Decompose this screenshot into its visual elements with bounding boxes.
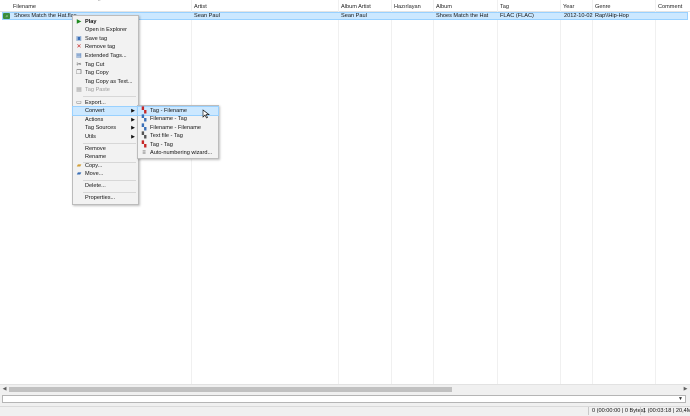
horizontal-scrollbar[interactable]: ◀ ▶: [0, 384, 690, 393]
submenu-arrow-icon: ▶: [131, 117, 135, 123]
filename-to-tag-icon: ▚: [141, 116, 147, 122]
status-divider: [640, 407, 641, 415]
status-divider: [588, 407, 589, 415]
col-filename[interactable]: Filename: [13, 3, 36, 11]
menu-separator: [83, 180, 136, 181]
menu-item-delete[interactable]: Delete...: [73, 182, 138, 190]
textfile-to-tag-icon: ▚: [141, 133, 147, 139]
cell-genre: Rap\\Hip-Hop: [595, 13, 629, 19]
context-menu: ▶ Play Open in Explorer ▣ Save tag ✕ Rem…: [72, 15, 139, 205]
submenu-arrow-icon: ▶: [131, 108, 135, 114]
column-divider[interactable]: [338, 0, 339, 384]
play-icon: ▶: [76, 19, 82, 25]
cell-tag: FLAC (FLAC): [500, 13, 534, 19]
col-tag[interactable]: Tag: [500, 3, 509, 11]
column-divider[interactable]: [592, 0, 593, 384]
scroll-left-icon[interactable]: ◀: [1, 386, 8, 393]
submenu-arrow-icon: ▶: [131, 125, 135, 131]
menu-separator: [83, 143, 136, 144]
column-divider[interactable]: [560, 0, 561, 384]
col-album-artist[interactable]: Album Artist: [341, 3, 371, 11]
tags-icon: ▤: [76, 53, 82, 59]
cell-year: 2012-10-02: [564, 13, 593, 19]
menu-item-utils[interactable]: Utils ▶: [73, 133, 138, 141]
move-icon: ▰: [76, 171, 82, 177]
col-hazirlayan[interactable]: Hazırlayan: [394, 3, 421, 11]
menu-item-copy[interactable]: ▰ Copy...: [73, 162, 138, 170]
sort-ascending-icon: ^: [98, 0, 101, 5]
menu-separator: [83, 192, 136, 193]
filename-to-filename-icon: ▚: [141, 125, 147, 131]
cell-filename: Shoes Match the Hat.flac: [14, 13, 77, 19]
menu-item-tag-copy-as-text[interactable]: Tag Copy as Text...: [73, 78, 138, 86]
menu-item-remove[interactable]: Remove: [73, 145, 138, 153]
menu-item-tag-paste[interactable]: ▦ Tag Paste: [73, 86, 138, 94]
submenu-item-tag-tag[interactable]: ▚ Tag - Tag: [138, 141, 218, 149]
numbering-icon: ≡: [142, 150, 146, 156]
folder-icon: ▰: [76, 163, 82, 169]
menu-item-tag-copy[interactable]: ❐ Tag Copy: [73, 69, 138, 77]
status-selected: 0 (00:00:00 | 0 Bytes): [592, 408, 646, 414]
menu-item-export[interactable]: ▭ Export...: [73, 99, 138, 107]
submenu-item-textfile-tag[interactable]: ▚ Text file - Tag: [138, 132, 218, 140]
tag-to-filename-icon: ▚: [141, 108, 147, 114]
menu-item-extended-tags[interactable]: ▤ Extended Tags...: [73, 52, 138, 60]
scissors-icon: ✂: [76, 62, 82, 68]
flac-file-icon: ♫: [3, 13, 10, 19]
scrollbar-thumb[interactable]: [9, 387, 452, 392]
save-icon: ▣: [76, 36, 82, 42]
copy-icon: ❐: [76, 70, 82, 76]
menu-item-actions[interactable]: Actions ▶: [73, 116, 138, 124]
menu-item-rename[interactable]: Rename: [73, 153, 138, 161]
cell-artist: Sean Paul: [194, 13, 220, 19]
col-comment[interactable]: Comment: [658, 3, 682, 11]
mouse-cursor-icon: [202, 109, 210, 119]
col-year[interactable]: Year: [563, 3, 574, 11]
menu-separator: [83, 96, 136, 97]
menu-item-remove-tag[interactable]: ✕ Remove tag: [73, 43, 138, 51]
column-divider[interactable]: [655, 0, 656, 384]
remove-icon: ✕: [76, 44, 82, 50]
column-divider[interactable]: [497, 0, 498, 384]
submenu-item-filename-filename[interactable]: ▚ Filename - Filename: [138, 124, 218, 132]
cell-album: Shoes Match the Hat: [436, 13, 489, 19]
menu-item-convert[interactable]: Convert ▶: [72, 106, 139, 116]
col-album[interactable]: Album: [436, 3, 452, 11]
submenu-item-auto-numbering[interactable]: ≡ Auto-numbering wizard...: [138, 149, 218, 157]
column-header: Filename ^ Artist Album Artist Hazırlaya…: [0, 0, 690, 12]
menu-item-open-in-explorer[interactable]: Open in Explorer: [73, 26, 138, 34]
filter-combobox[interactable]: ▼: [2, 395, 686, 403]
col-genre[interactable]: Genre: [595, 3, 611, 11]
chevron-down-icon[interactable]: ▼: [677, 396, 684, 402]
cell-album-artist: Sean Paul: [341, 13, 367, 19]
menu-item-tag-cut[interactable]: ✂ Tag Cut: [73, 61, 138, 69]
col-artist[interactable]: Artist: [194, 3, 207, 11]
menu-item-move[interactable]: ▰ Move...: [73, 170, 138, 178]
menu-item-tag-sources[interactable]: Tag Sources ▶: [73, 124, 138, 132]
paste-icon: ▦: [76, 87, 82, 93]
tag-to-tag-icon: ▚: [141, 142, 147, 148]
export-icon: ▭: [76, 100, 82, 106]
menu-item-save-tag[interactable]: ▣ Save tag: [73, 35, 138, 43]
menu-item-properties[interactable]: Properties...: [73, 194, 138, 202]
menu-item-play[interactable]: ▶ Play: [73, 18, 138, 26]
scroll-right-icon[interactable]: ▶: [682, 386, 689, 393]
column-divider[interactable]: [191, 0, 192, 384]
column-divider[interactable]: [433, 0, 434, 384]
status-total: 1 (00:03:18 | 20,4MB): [643, 408, 690, 414]
submenu-arrow-icon: ▶: [131, 134, 135, 140]
column-divider[interactable]: [391, 0, 392, 384]
